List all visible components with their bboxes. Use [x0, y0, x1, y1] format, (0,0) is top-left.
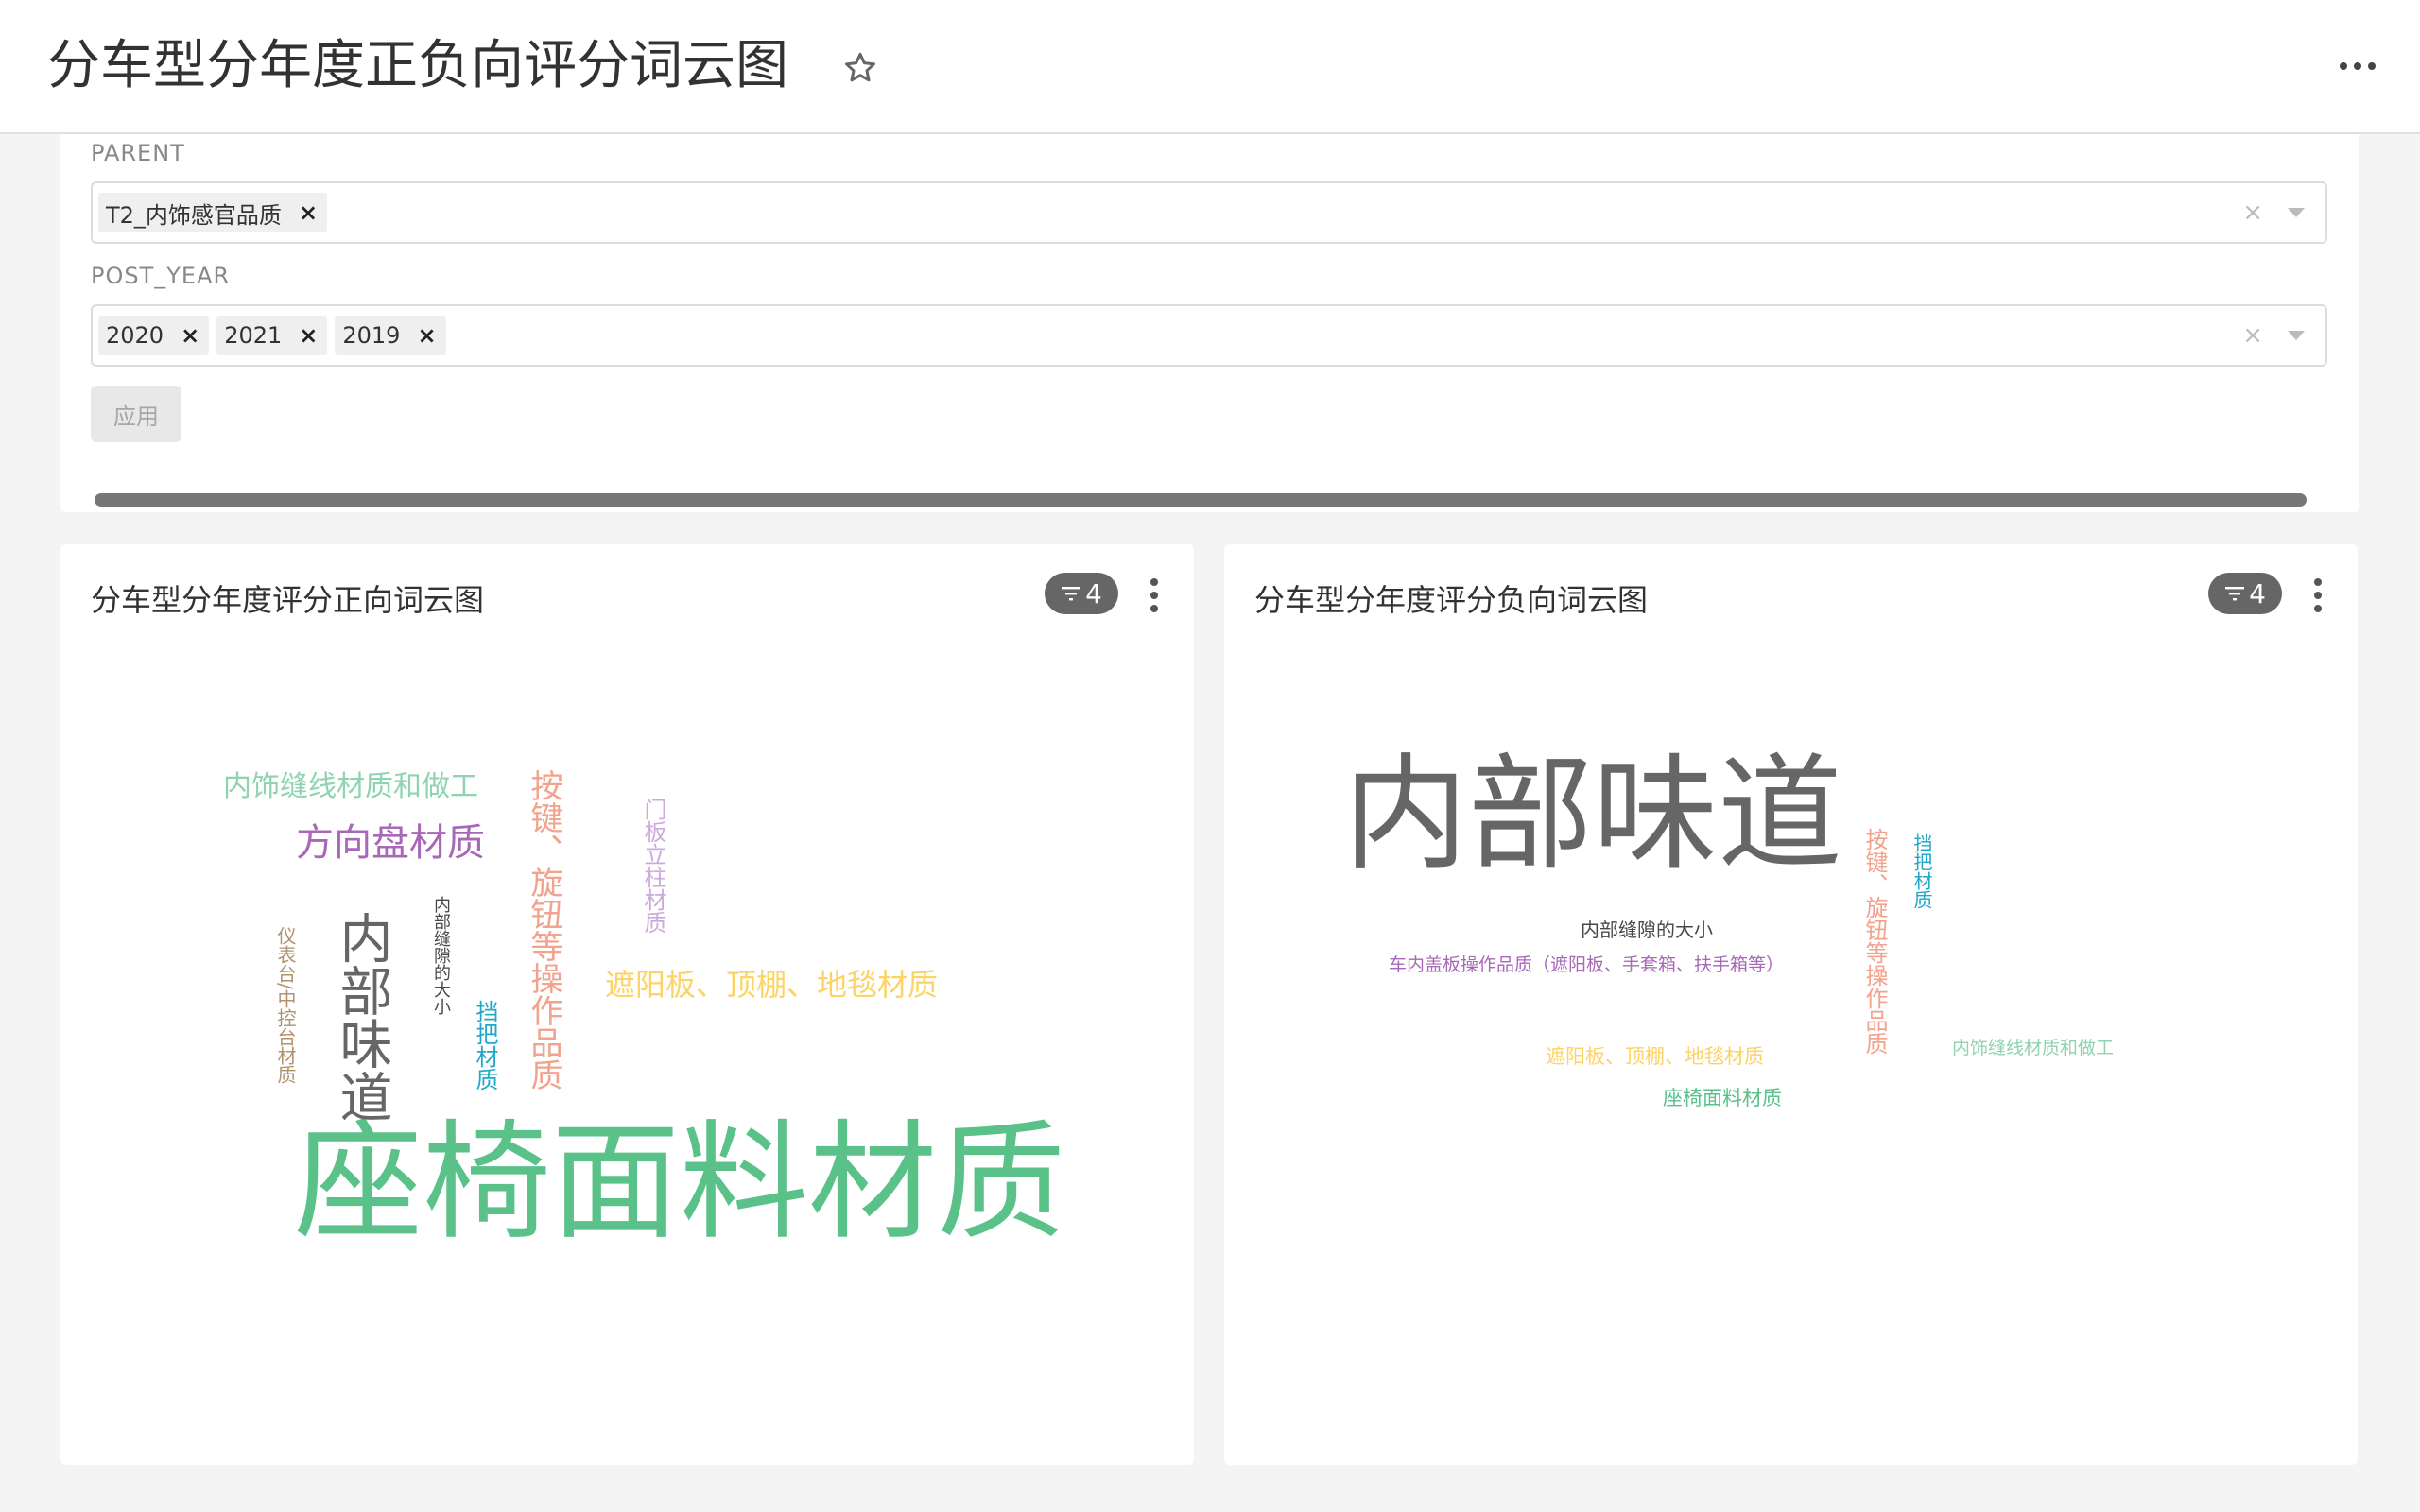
- remove-tag-icon[interactable]: ×: [299, 199, 318, 226]
- word-door-panel: 门板立柱材质: [640, 798, 666, 934]
- year-tag-label: 2021: [224, 322, 283, 349]
- word-gap-size: 内部缝隙的大小: [431, 896, 451, 1015]
- parent-filter-label: PARENT: [91, 140, 185, 166]
- year-tag: 2019 ×: [335, 316, 446, 355]
- year-tag: 2021 ×: [216, 316, 328, 355]
- year-tag: 2020 ×: [98, 316, 210, 355]
- post-year-filter-label: POST_YEAR: [91, 263, 231, 289]
- word-gap-size: 内部缝隙的大小: [1581, 919, 1713, 941]
- parent-filter-select[interactable]: T2_内饰感官品质 × ×: [91, 181, 2327, 244]
- negative-wordcloud-card: 分车型分年度评分负向词云图 4 内部味道 按键、旋钮等操作品质 挡把材质 内部缝…: [1224, 544, 2358, 1465]
- horizontal-scrollbar[interactable]: [95, 493, 2307, 507]
- negative-wordcloud: 内部味道 按键、旋钮等操作品质 挡把材质 内部缝隙的大小 车内盖板操作品质（遮阳…: [1224, 544, 2358, 1465]
- positive-wordcloud-card: 分车型分年度评分正向词云图 4 座椅面料材质 内部味道 方向盘材质 内饰缝线材质…: [60, 544, 1194, 1465]
- word-interior-smell: 内部味道: [331, 911, 392, 1123]
- word-buttons-knobs: 按键、旋钮等操作品质: [525, 769, 562, 1091]
- word-dashboard: 仪表台/中控台材质: [274, 926, 297, 1084]
- year-tag-label: 2020: [106, 322, 164, 349]
- word-stitching: 内饰缝线材质和做工: [223, 770, 478, 803]
- remove-tag-icon[interactable]: ×: [181, 322, 199, 349]
- more-horizontal-icon[interactable]: [2337, 47, 2378, 85]
- remove-tag-icon[interactable]: ×: [299, 322, 318, 349]
- parent-tag: T2_内饰感官品质 ×: [98, 193, 328, 232]
- word-stitching: 内饰缝线材质和做工: [1952, 1038, 2115, 1058]
- word-interior-smell: 内部味道: [1343, 742, 1842, 887]
- word-steering-wheel: 方向盘材质: [296, 821, 485, 865]
- year-tag-label: 2019: [342, 322, 401, 349]
- word-sunvisor-headliner: 遮阳板、顶棚、地毯材质: [1546, 1045, 1764, 1068]
- chevron-down-icon[interactable]: [2288, 331, 2305, 340]
- dashboard-header: 分车型分年度正负向评分词云图: [0, 0, 2420, 134]
- chevron-down-icon[interactable]: [2288, 208, 2305, 217]
- word-gear-lever: 挡把材质: [1910, 833, 1933, 909]
- dashboard-title: 分车型分年度正负向评分词云图: [47, 35, 788, 96]
- apply-button[interactable]: 应用: [91, 386, 182, 442]
- clear-icon[interactable]: ×: [2242, 198, 2263, 227]
- word-gear-lever: 挡把材质: [472, 1000, 498, 1091]
- native-filter-bar: PARENT T2_内饰感官品质 × × POST_YEAR 2020 × 20…: [60, 134, 2360, 512]
- word-seat-fabric: 座椅面料材质: [294, 1108, 1065, 1258]
- star-icon[interactable]: [841, 49, 879, 87]
- word-buttons-knobs: 按键、旋钮等操作品质: [1861, 828, 1888, 1055]
- remove-tag-icon[interactable]: ×: [417, 322, 436, 349]
- post-year-filter-select[interactable]: 2020 × 2021 × 2019 × ×: [91, 304, 2327, 367]
- parent-tag-label: T2_内饰感官品质: [106, 201, 282, 229]
- positive-wordcloud: 座椅面料材质 内部味道 方向盘材质 内饰缝线材质和做工 按键、旋钮等操作品质 遮…: [60, 544, 1194, 1465]
- word-sunvisor-headliner: 遮阳板、顶棚、地毯材质: [605, 967, 939, 1003]
- clear-icon[interactable]: ×: [2242, 321, 2263, 350]
- word-seat-fabric: 座椅面料材质: [1663, 1087, 1782, 1109]
- word-cover-panels: 车内盖板操作品质（遮阳板、手套箱、扶手箱等）: [1389, 954, 1785, 975]
